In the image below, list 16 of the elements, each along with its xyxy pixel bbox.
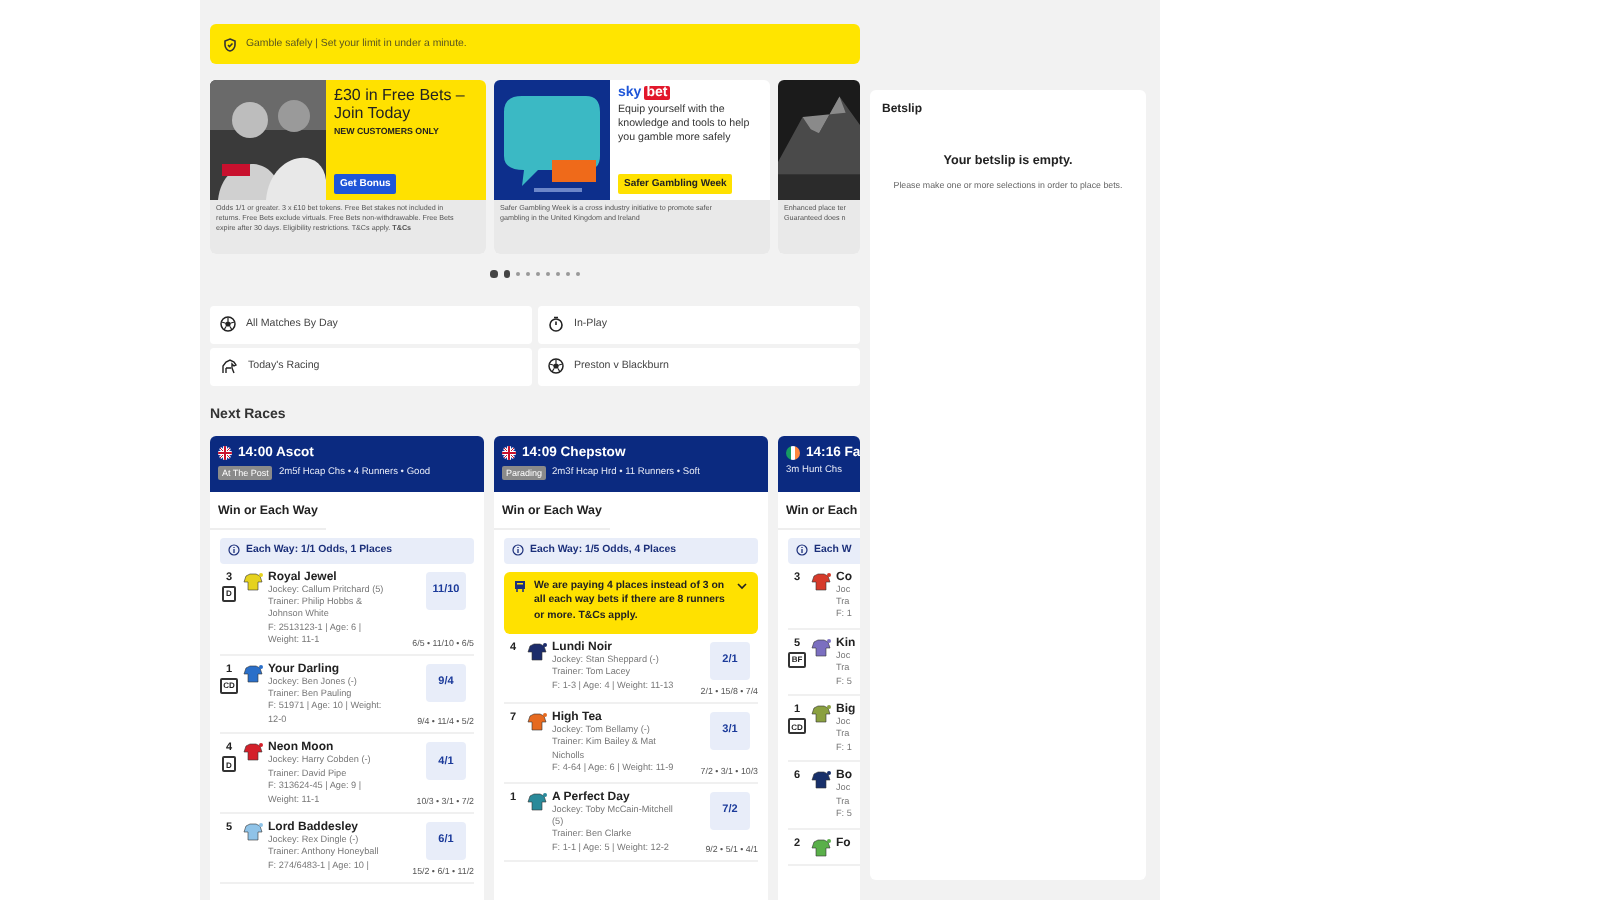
flag-icon (786, 445, 800, 459)
chevron-down-icon[interactable] (736, 579, 748, 591)
offer-heading: £30 in Free Bets – Join Today (334, 86, 467, 123)
info-icon (796, 544, 808, 556)
notice-icon (514, 579, 526, 591)
info-icon (512, 544, 524, 556)
shield-icon (224, 37, 236, 51)
info-icon (228, 544, 240, 556)
flag-icon (218, 445, 232, 459)
football-icon (220, 316, 236, 332)
stopwatch-icon (548, 316, 564, 332)
football-icon (548, 358, 564, 374)
carousel-dot[interactable] (503, 270, 510, 277)
horse-icon (220, 358, 238, 374)
flag-icon (502, 445, 516, 459)
carousel-dot[interactable] (490, 270, 497, 277)
